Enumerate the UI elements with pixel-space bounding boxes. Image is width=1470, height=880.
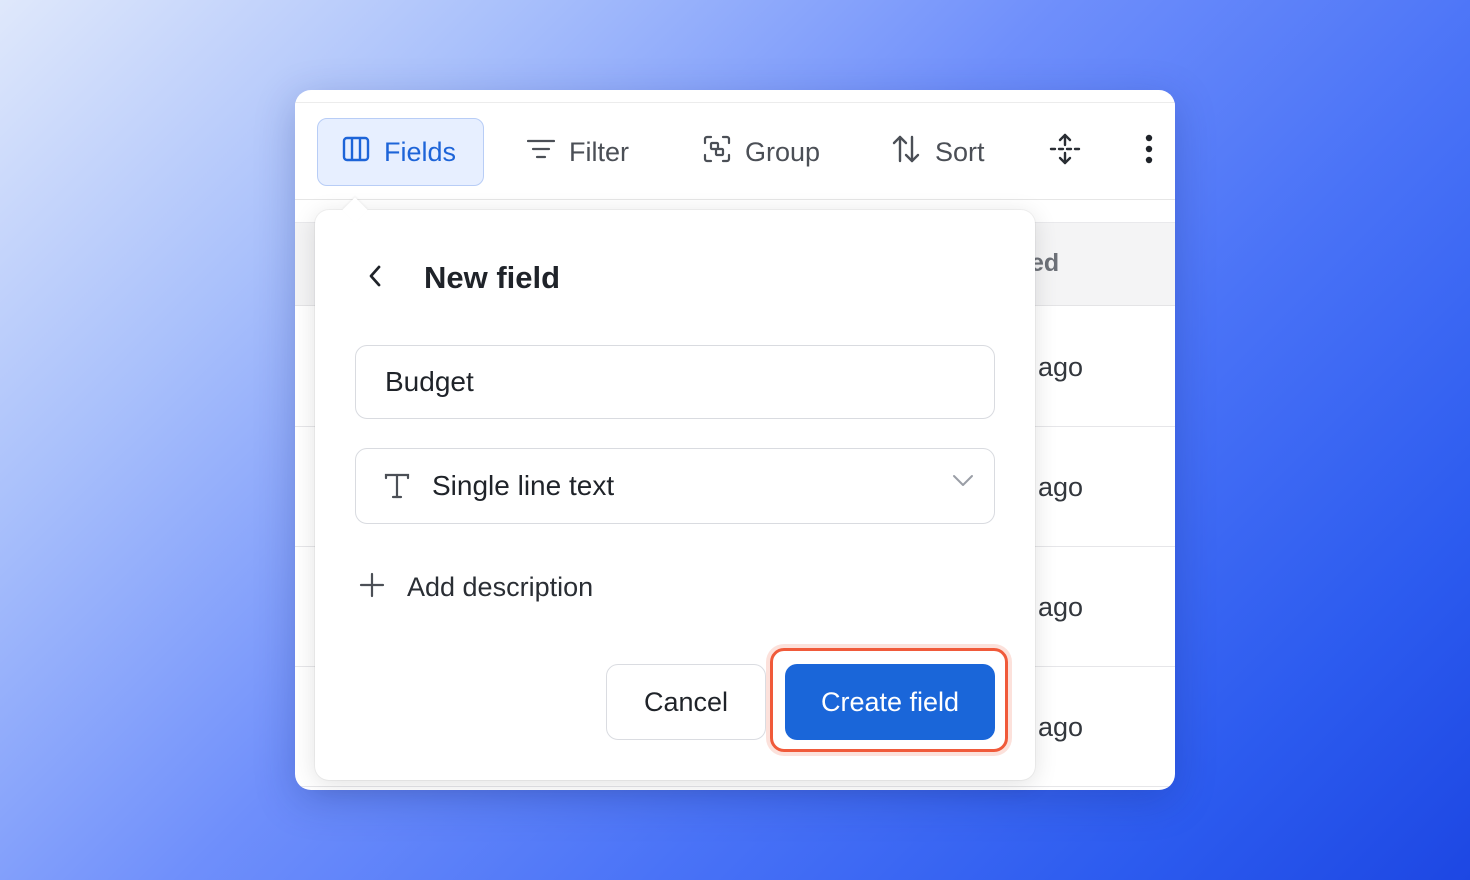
- sort-button[interactable]: Sort: [891, 118, 985, 186]
- filter-button-label: Filter: [569, 136, 629, 167]
- table-cell: ago: [1038, 592, 1084, 622]
- new-field-popover: New field Single line text Add descripti…: [315, 197, 1035, 780]
- sort-button-label: Sort: [935, 136, 985, 167]
- table-cell: ago: [1038, 352, 1084, 382]
- create-field-button[interactable]: Create field: [785, 664, 995, 740]
- table-cell: ago: [1038, 472, 1084, 502]
- columns-icon: [342, 135, 370, 170]
- screenshot-background: { "toolbar": { "fields_label": "Fields",…: [0, 0, 1470, 880]
- row-height-button[interactable]: [1047, 118, 1083, 186]
- group-button[interactable]: Group: [703, 118, 820, 186]
- chevron-down-icon: [952, 473, 974, 492]
- plus-icon: [359, 572, 385, 603]
- fields-button-label: Fields: [384, 136, 457, 167]
- popover-title: New field: [424, 260, 561, 295]
- more-button[interactable]: [1137, 118, 1161, 186]
- table-cell: ago: [1038, 712, 1084, 742]
- add-description-button[interactable]: Add description: [359, 565, 593, 609]
- group-button-label: Group: [745, 136, 821, 167]
- back-button[interactable]: [359, 260, 391, 296]
- sort-icon: [891, 134, 921, 171]
- cancel-button[interactable]: Cancel: [606, 664, 766, 740]
- filter-button[interactable]: Filter: [526, 118, 629, 186]
- chevron-left-icon: [368, 264, 382, 293]
- group-icon: [703, 135, 731, 170]
- text-type-icon: [382, 471, 412, 501]
- row-height-icon: [1049, 133, 1081, 172]
- more-vertical-icon: [1145, 134, 1153, 171]
- fields-button[interactable]: Fields: [317, 118, 484, 186]
- add-description-label: Add description: [407, 571, 594, 602]
- field-type-select[interactable]: Single line text: [355, 448, 995, 524]
- filter-icon: [526, 137, 556, 168]
- field-name-input[interactable]: [355, 345, 995, 419]
- field-type-label: Single line text: [432, 470, 615, 501]
- view-toolbar: Fields Filter Group Sort: [295, 102, 1175, 200]
